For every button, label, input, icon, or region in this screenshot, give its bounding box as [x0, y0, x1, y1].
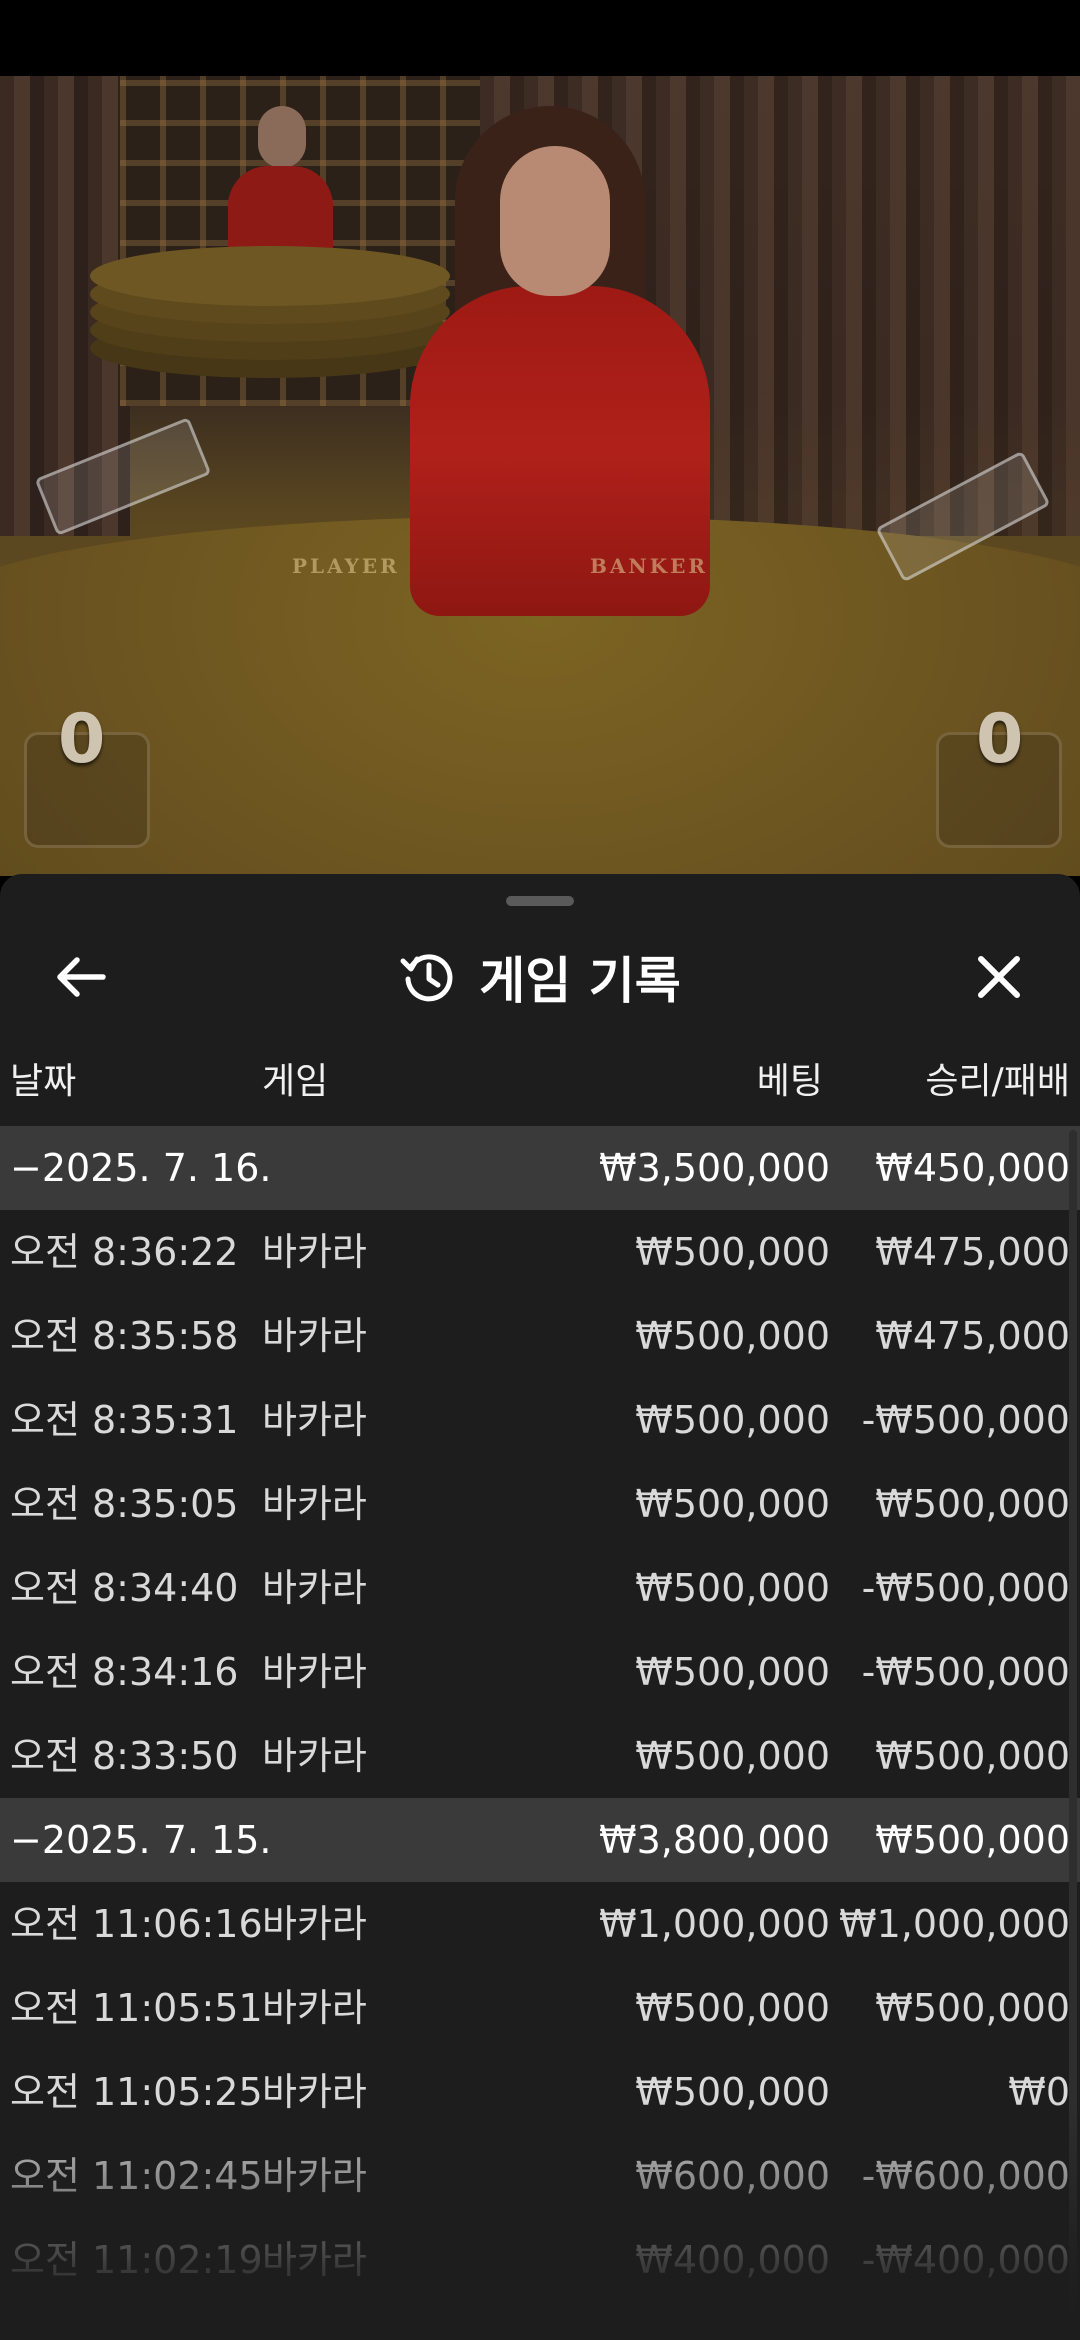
- row-bet: ₩500,000: [635, 1986, 830, 2030]
- row-bet: ₩500,000: [635, 1482, 830, 1526]
- history-icon: [400, 954, 453, 1002]
- row-bet: ₩500,000: [635, 1650, 830, 1694]
- row-time: 오전 8:36:22: [10, 1230, 239, 1274]
- row-win-loss: -₩500,000: [861, 1650, 1070, 1694]
- live-video: PLAYER BANKER 0 0: [0, 76, 1080, 876]
- game-row[interactable]: 오전 11:06:16 바카라 ₩1,000,000 ₩1,000,000: [0, 1882, 1080, 1966]
- column-header-win-loss: 승리/패배: [925, 1061, 1070, 1102]
- game-row[interactable]: 오전 8:36:22 바카라 ₩500,000 ₩475,000: [0, 1210, 1080, 1294]
- background-dealer-head: [258, 106, 306, 168]
- row-game: 바카라: [262, 1230, 367, 1274]
- banker-score: 0: [976, 700, 1024, 779]
- column-header-date: 날짜: [10, 1061, 77, 1102]
- row-win-loss: ₩475,000: [875, 1230, 1070, 1274]
- row-win-loss: ₩500,000: [875, 1986, 1070, 2030]
- row-game: 바카라: [262, 1650, 367, 1694]
- game-row[interactable]: 오전 8:33:50 바카라 ₩500,000 ₩500,000: [0, 1714, 1080, 1798]
- game-row[interactable]: 오전 8:35:31 바카라 ₩500,000 -₩500,000: [0, 1378, 1080, 1462]
- row-time: 오전 8:35:58: [10, 1314, 239, 1358]
- group-win-total: ₩500,000: [875, 1818, 1070, 1862]
- row-time: 오전 11:02:19: [10, 2238, 263, 2282]
- sheet-header: 게임 기록: [0, 932, 1080, 1022]
- player-score: 0: [58, 700, 106, 779]
- dealer-face: [500, 146, 610, 296]
- group-date: −2025. 7. 16.: [10, 1146, 272, 1190]
- game-row[interactable]: 오전 11:02:45 바카라 ₩600,000 -₩600,000: [0, 2134, 1080, 2218]
- row-game: 바카라: [262, 1902, 367, 1946]
- row-time: 오전 8:35:31: [10, 1398, 239, 1442]
- row-bet: ₩500,000: [635, 1566, 830, 1610]
- row-time: 오전 11:05:25: [10, 2070, 263, 2114]
- date-group-row[interactable]: −2025. 7. 16. ₩3,500,000 ₩450,000: [0, 1126, 1080, 1210]
- row-win-loss: ₩0: [1008, 2070, 1070, 2114]
- row-time: 오전 11:05:51: [10, 1986, 263, 2030]
- row-bet: ₩500,000: [635, 1398, 830, 1442]
- group-win-total: ₩450,000: [875, 1146, 1070, 1190]
- row-time: 오전 8:35:05: [10, 1482, 239, 1526]
- game-row[interactable]: 오전 8:34:40 바카라 ₩500,000 -₩500,000: [0, 1546, 1080, 1630]
- row-time: 오전 8:33:50: [10, 1734, 239, 1778]
- row-game: 바카라: [262, 1482, 367, 1526]
- close-button[interactable]: [954, 932, 1044, 1022]
- group-date: −2025. 7. 15.: [10, 1818, 272, 1862]
- row-time: 오전 11:02:45: [10, 2154, 263, 2198]
- group-bet-total: ₩3,800,000: [599, 1818, 830, 1862]
- row-time: 오전 8:34:40: [10, 1566, 239, 1610]
- sheet-drag-handle[interactable]: [506, 896, 574, 906]
- row-win-loss: ₩500,000: [875, 1482, 1070, 1526]
- row-game: 바카라: [262, 1734, 367, 1778]
- game-row[interactable]: 오전 8:35:58 바카라 ₩500,000 ₩475,000: [0, 1294, 1080, 1378]
- row-win-loss: ₩500,000: [875, 1734, 1070, 1778]
- row-time: 오전 11:06:16: [10, 1902, 263, 1946]
- row-win-loss: -₩500,000: [861, 1566, 1070, 1610]
- row-win-loss: ₩1,000,000: [839, 1902, 1070, 1946]
- row-bet: ₩500,000: [635, 2070, 830, 2114]
- felt-label-banker: BANKER: [590, 554, 708, 578]
- date-group-row[interactable]: −2025. 7. 15. ₩3,800,000 ₩500,000: [0, 1798, 1080, 1882]
- sheet-title: 게임 기록: [479, 952, 681, 1010]
- row-bet: ₩500,000: [635, 1314, 830, 1358]
- scrollbar[interactable]: [1069, 1130, 1077, 2310]
- row-game: 바카라: [262, 2238, 367, 2282]
- row-game: 바카라: [262, 2154, 367, 2198]
- history-list[interactable]: −2025. 7. 16. ₩3,500,000 ₩450,000 오전 8:3…: [0, 1126, 1080, 2302]
- row-bet: ₩500,000: [635, 1734, 830, 1778]
- row-bet: ₩400,000: [635, 2238, 830, 2282]
- group-bet-total: ₩3,500,000: [599, 1146, 830, 1190]
- row-game: 바카라: [262, 1566, 367, 1610]
- game-row[interactable]: 오전 11:05:51 바카라 ₩500,000 ₩500,000: [0, 1966, 1080, 2050]
- row-bet: ₩600,000: [635, 2154, 830, 2198]
- row-win-loss: ₩475,000: [875, 1314, 1070, 1358]
- close-icon: [978, 956, 1020, 998]
- row-win-loss: -₩500,000: [861, 1398, 1070, 1442]
- column-header-game: 게임: [262, 1061, 329, 1102]
- row-game: 바카라: [262, 1314, 367, 1358]
- row-game: 바카라: [262, 2070, 367, 2114]
- row-game: 바카라: [262, 1986, 367, 2030]
- row-win-loss: -₩400,000: [861, 2238, 1070, 2282]
- game-history-sheet: 게임 기록 날짜 게임 베팅 승리/패배 −2025. 7. 16. ₩3,50…: [0, 874, 1080, 2340]
- background-table: [90, 246, 450, 306]
- column-header-bet: 베팅: [756, 1061, 823, 1102]
- row-bet: ₩1,000,000: [599, 1902, 830, 1946]
- felt-label-player: PLAYER: [292, 554, 400, 578]
- game-row[interactable]: 오전 8:35:05 바카라 ₩500,000 ₩500,000: [0, 1462, 1080, 1546]
- row-win-loss: -₩600,000: [861, 2154, 1070, 2198]
- game-row[interactable]: 오전 8:34:16 바카라 ₩500,000 -₩500,000: [0, 1630, 1080, 1714]
- row-time: 오전 8:34:16: [10, 1650, 239, 1694]
- game-row[interactable]: 오전 11:02:19 바카라 ₩400,000 -₩400,000: [0, 2218, 1080, 2302]
- game-row[interactable]: 오전 11:05:25 바카라 ₩500,000 ₩0: [0, 2050, 1080, 2134]
- row-bet: ₩500,000: [635, 1230, 830, 1274]
- row-game: 바카라: [262, 1398, 367, 1442]
